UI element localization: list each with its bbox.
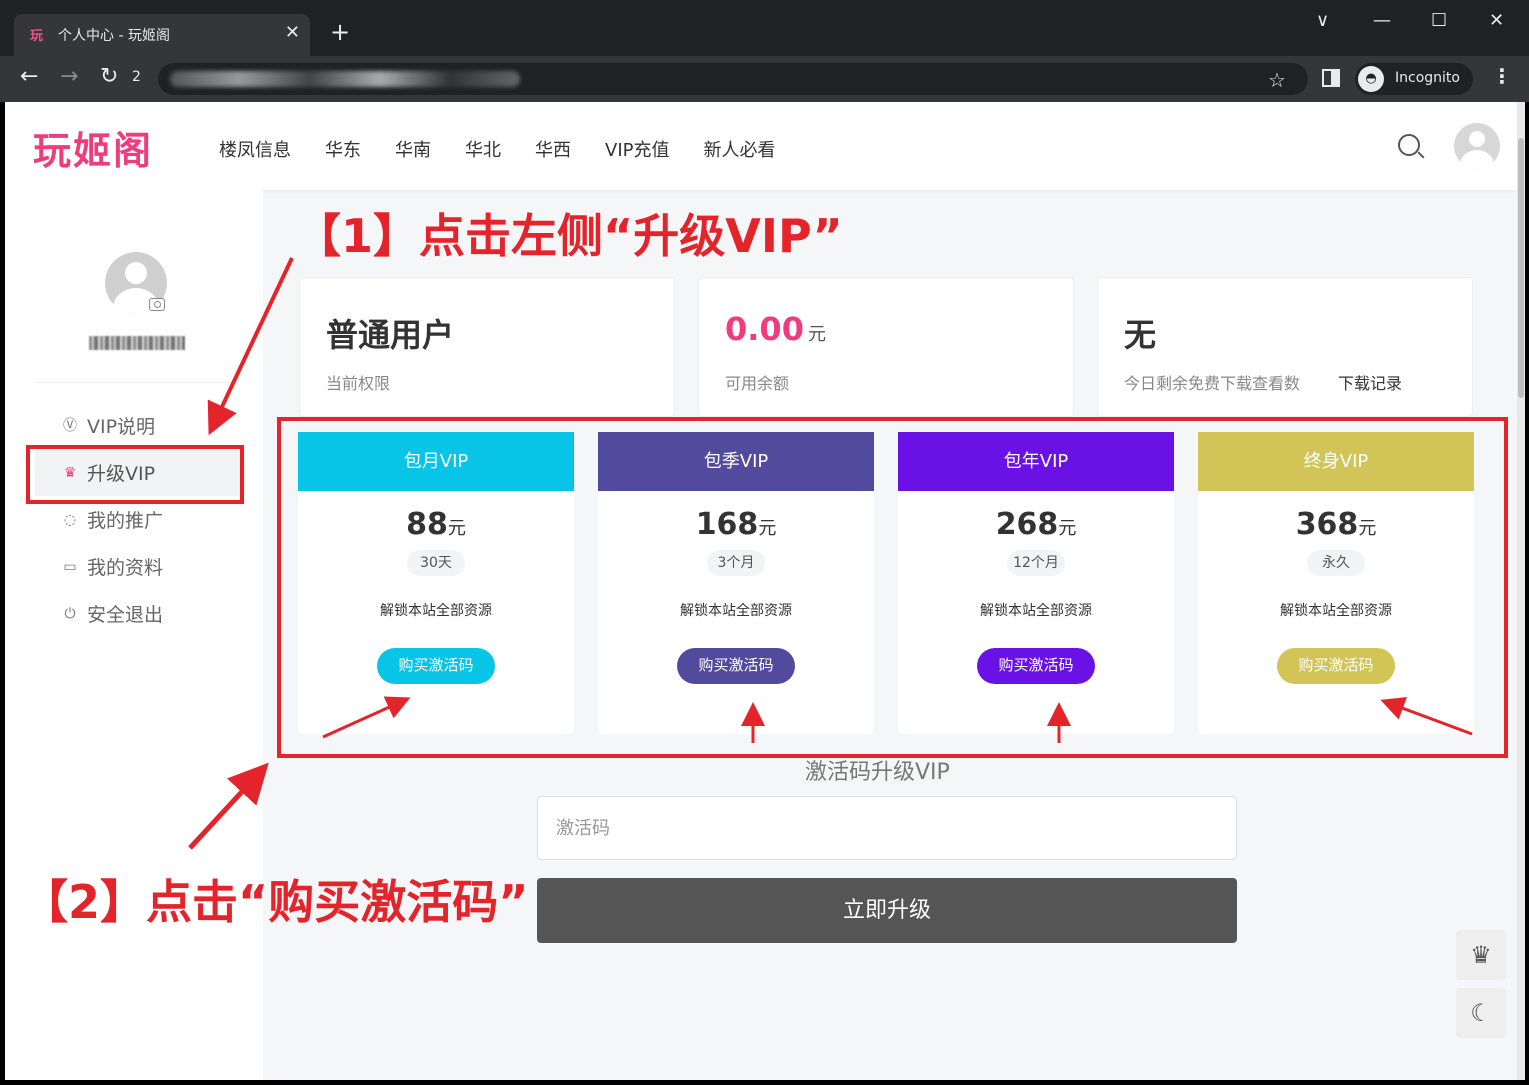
highlight-box-plans [277,417,1508,758]
vip-coin-icon: Ⓥ [63,417,77,434]
sidebar-item-label: 我的推广 [87,510,164,532]
annotation-step1: 【1】点击左侧“升级VIP” [295,209,843,263]
browser-chrome: 玩 个人中心 - 玩姬阁 ✕ + ∨ — ☐ ✕ ← → ↻ 2 ☆ ◓ Inc… [0,0,1529,102]
nav-item-north[interactable]: 华北 [465,136,501,162]
sidebar-item-label: VIP说明 [87,416,156,438]
sidebar-divider [35,382,235,383]
nav-item-east[interactable]: 华东 [325,136,361,162]
user-sidebar: Ⓥ VIP说明 ♛ 升级VIP ◌ 我的推广 ▭ 我的资料 ⏻ 安全退出 [5,190,263,1080]
redacted-url [170,71,520,87]
role-label: 当前权限 [326,374,391,393]
activation-title: 激活码升级VIP [805,760,950,785]
incognito-badge[interactable]: ◓ Incognito [1355,63,1473,95]
reload-icon[interactable]: ↻ [100,65,118,89]
maximize-icon[interactable]: ☐ [1431,10,1447,31]
incognito-icon: ◓ [1358,66,1384,92]
tab-close-icon[interactable]: ✕ [285,22,300,43]
nav-item-vip-recharge[interactable]: VIP充值 [605,136,669,162]
sidebar-item-logout[interactable]: ⏻ 安全退出 [35,590,245,637]
role-value: 普通用户 [326,316,455,354]
main-nav: 楼凤信息 华东 华南 华北 华西 VIP充值 新人必看 [219,136,775,162]
browser-toolbar: ← → ↻ 2 ☆ ◓ Incognito ⋮ [0,56,1529,102]
minimize-icon[interactable]: — [1373,10,1391,31]
site-header: 玩姬阁 楼凤信息 华东 华南 华北 华西 VIP充值 新人必看 [5,102,1517,190]
back-arrow-icon[interactable]: ← [20,65,38,89]
search-icon[interactable] [1398,134,1420,156]
downloads-label: 今日剩余免费下载查看数 [1124,374,1301,393]
sidebar-item-profile[interactable]: ▭ 我的资料 [35,543,245,590]
camera-icon[interactable] [149,298,165,311]
activation-code-input[interactable] [537,796,1237,860]
power-icon: ⏻ [64,605,76,622]
sidebar-item-label: 我的资料 [87,557,164,579]
crown-icon[interactable]: ♛ [1456,930,1506,980]
reload-badge: 2 [132,69,141,85]
side-panel-icon[interactable] [1322,69,1340,87]
window-close-icon[interactable]: ✕ [1489,10,1504,31]
tab-title: 个人中心 - 玩姬阁 [58,28,170,44]
sidebar-item-vip-info[interactable]: Ⓥ VIP说明 [35,402,245,449]
header-avatar[interactable] [1454,123,1500,169]
id-card-icon: ▭ [63,558,77,575]
refresh-icon: ◌ [63,511,77,528]
upgrade-now-button[interactable]: 立即升级 [537,878,1237,943]
stat-card-role: 普通用户 当前权限 [299,277,675,417]
stat-card-downloads: 无 今日剩余免费下载查看数 下载记录 [1097,277,1473,417]
stat-card-balance: 0.00 元 可用余额 [698,277,1074,417]
downloads-value: 无 [1124,316,1157,354]
balance-value: 0.00 元 [725,310,826,348]
tab-search-icon[interactable]: ∨ [1316,10,1329,31]
site-logo[interactable]: 玩姬阁 [33,120,153,175]
sidebar-item-label: 安全退出 [87,604,164,626]
browser-tab[interactable]: 玩 个人中心 - 玩姬阁 ✕ [14,14,310,56]
highlight-box-upgrade-vip [26,445,244,504]
scroll-thumb[interactable] [1518,138,1524,398]
redacted-username [89,336,185,350]
balance-label: 可用余额 [725,374,790,393]
nav-item-listings[interactable]: 楼凤信息 [219,136,291,162]
moon-icon[interactable]: ☾ [1456,988,1506,1038]
annotation-step2: 【2】点击“购买激活码” [22,875,529,929]
browser-menu-icon[interactable]: ⋮ [1492,64,1512,88]
download-history-link[interactable]: 下载记录 [1338,370,1402,394]
new-tab-icon[interactable]: + [330,20,350,44]
balance-unit: 元 [807,324,826,345]
address-bar[interactable]: ☆ [158,63,1308,95]
nav-item-south[interactable]: 华南 [395,136,431,162]
sidebar-menu: Ⓥ VIP说明 ♛ 升级VIP ◌ 我的推广 ▭ 我的资料 ⏻ 安全退出 [35,402,245,637]
incognito-label: Incognito [1395,70,1460,86]
bookmark-star-icon[interactable]: ☆ [1268,68,1286,92]
forward-arrow-icon[interactable]: → [60,65,78,89]
nav-item-newbie-guide[interactable]: 新人必看 [703,136,775,162]
nav-item-west[interactable]: 华西 [535,136,571,162]
tab-favicon-icon: 玩 [30,29,44,44]
page-scrollbar[interactable] [1517,102,1525,1080]
